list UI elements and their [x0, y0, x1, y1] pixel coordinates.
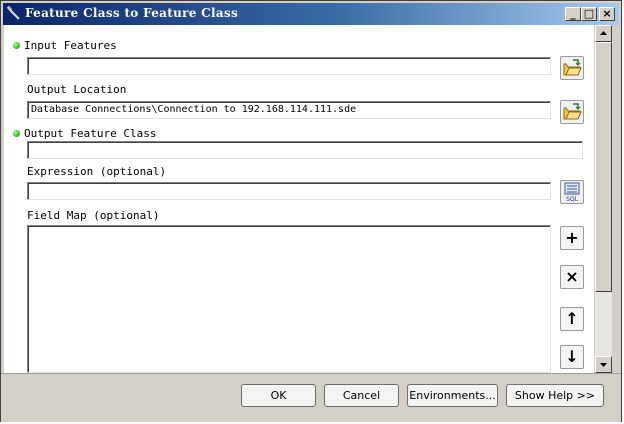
close-button[interactable]: × — [599, 7, 615, 21]
browse-location-button[interactable] — [560, 100, 584, 124]
open-folder-icon — [563, 103, 582, 120]
sql-icon: SQL — [564, 182, 580, 203]
open-folder-icon — [563, 59, 582, 76]
field-map-label: Field Map (optional) — [27, 209, 160, 222]
vertical-scrollbar[interactable] — [595, 25, 612, 373]
output-location-label: Output Location — [27, 83, 127, 96]
arrow-up-icon — [600, 31, 607, 35]
delete-field-button[interactable]: × — [560, 265, 584, 289]
cancel-button[interactable]: Cancel — [324, 384, 399, 407]
add-field-button[interactable]: + — [560, 226, 584, 250]
show-help-button[interactable]: Show Help >> — [506, 384, 604, 407]
scroll-thumb[interactable] — [595, 42, 612, 292]
dialog-button-bar: OK Cancel Environments... Show Help >> — [1, 373, 621, 422]
input-features-label: Input Features — [24, 39, 117, 52]
arrow-down-icon — [600, 363, 607, 367]
window-title: Feature Class to Feature Class — [25, 6, 239, 20]
required-indicator-icon — [13, 130, 20, 137]
field-map-list[interactable] — [27, 225, 551, 373]
browse-input-button[interactable] — [560, 56, 584, 80]
ok-button[interactable]: OK — [241, 384, 316, 407]
output-feature-class-field[interactable] — [27, 141, 583, 159]
scroll-down-button[interactable] — [595, 356, 612, 373]
move-up-button[interactable]: ↑ — [560, 307, 584, 331]
title-bar[interactable]: Feature Class to Feature Class _ □ × — [3, 3, 619, 25]
scroll-up-button[interactable] — [595, 25, 612, 42]
parameters-panel: Input Features Output Location Database … — [4, 25, 594, 373]
minimize-button[interactable]: _ — [565, 7, 581, 21]
sql-builder-button[interactable]: SQL — [560, 180, 584, 204]
tool-hammer-icon — [6, 6, 20, 20]
tool-dialog-window: Feature Class to Feature Class _ □ × Inp… — [0, 0, 622, 422]
expression-label: Expression (optional) — [27, 165, 167, 178]
output-location-field[interactable]: Database Connections\Connection to 192.1… — [27, 101, 551, 119]
maximize-button[interactable]: □ — [581, 7, 597, 21]
expression-field[interactable] — [27, 182, 551, 200]
input-features-field[interactable] — [27, 57, 551, 75]
environments-button[interactable]: Environments... — [407, 384, 498, 407]
output-feature-class-label: Output Feature Class — [24, 127, 157, 140]
required-indicator-icon — [13, 42, 20, 49]
move-down-button[interactable]: ↓ — [560, 345, 584, 369]
svg-text:SQL: SQL — [566, 196, 579, 203]
